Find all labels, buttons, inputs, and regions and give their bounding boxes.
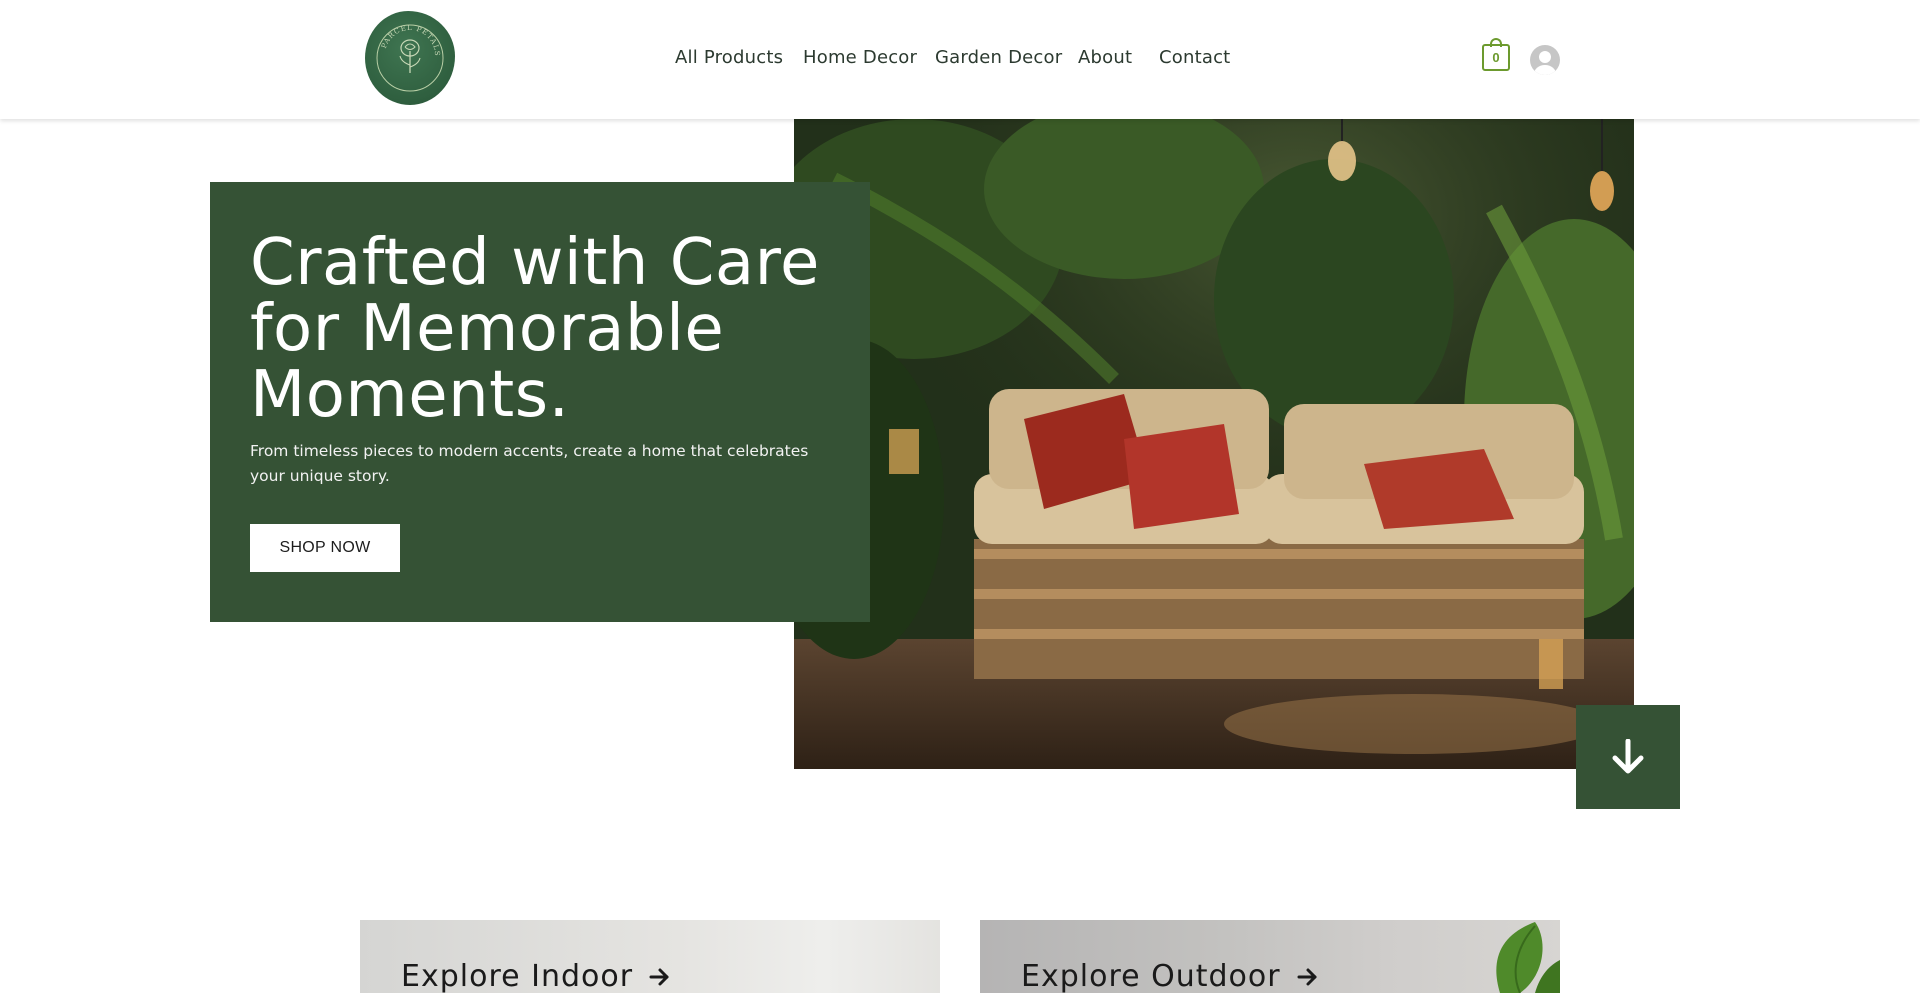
cart-bag: 0 bbox=[1482, 44, 1510, 71]
nav-home-decor[interactable]: Home Decor bbox=[803, 47, 917, 68]
hero-image bbox=[794, 119, 1634, 769]
avatar-icon[interactable] bbox=[1530, 45, 1560, 75]
arrow-right-icon bbox=[1297, 968, 1317, 985]
nav-about[interactable]: About bbox=[1078, 47, 1132, 68]
explore-indoor-label: Explore Indoor bbox=[401, 959, 634, 993]
shop-now-button[interactable]: SHOP NOW bbox=[250, 524, 400, 572]
nav-garden-decor[interactable]: Garden Decor bbox=[935, 47, 1062, 68]
plant-leaf-image bbox=[1496, 922, 1560, 993]
arrow-right-icon bbox=[649, 968, 669, 985]
arrow-down-icon bbox=[1612, 739, 1644, 774]
main-nav: All Products Home Decor Garden Decor Abo… bbox=[0, 47, 1920, 71]
explore-indoor-card[interactable]: Explore Indoor bbox=[360, 920, 940, 993]
hero-title: Crafted with Care for Memorable Moments. bbox=[250, 226, 820, 432]
explore-outdoor-label: Explore Outdoor bbox=[1021, 959, 1281, 993]
explore-indoor-link[interactable]: Explore Indoor bbox=[401, 959, 671, 993]
scroll-down-button[interactable] bbox=[1576, 705, 1680, 809]
nav-all-products[interactable]: All Products bbox=[675, 47, 783, 68]
hero-card: Crafted with Care for Memorable Moments.… bbox=[210, 182, 870, 622]
explore-outdoor-link[interactable]: Explore Outdoor bbox=[1021, 959, 1319, 993]
hero-subtitle: From timeless pieces to modern accents, … bbox=[250, 442, 809, 485]
cart-icon[interactable]: 0 bbox=[1482, 38, 1511, 72]
cart-count: 0 bbox=[1492, 50, 1500, 65]
nav-contact[interactable]: Contact bbox=[1159, 47, 1230, 68]
explore-outdoor-card[interactable]: Explore Outdoor bbox=[980, 920, 1560, 993]
site-header: PARCEL PETALS All Products Home Decor Ga… bbox=[0, 0, 1920, 119]
